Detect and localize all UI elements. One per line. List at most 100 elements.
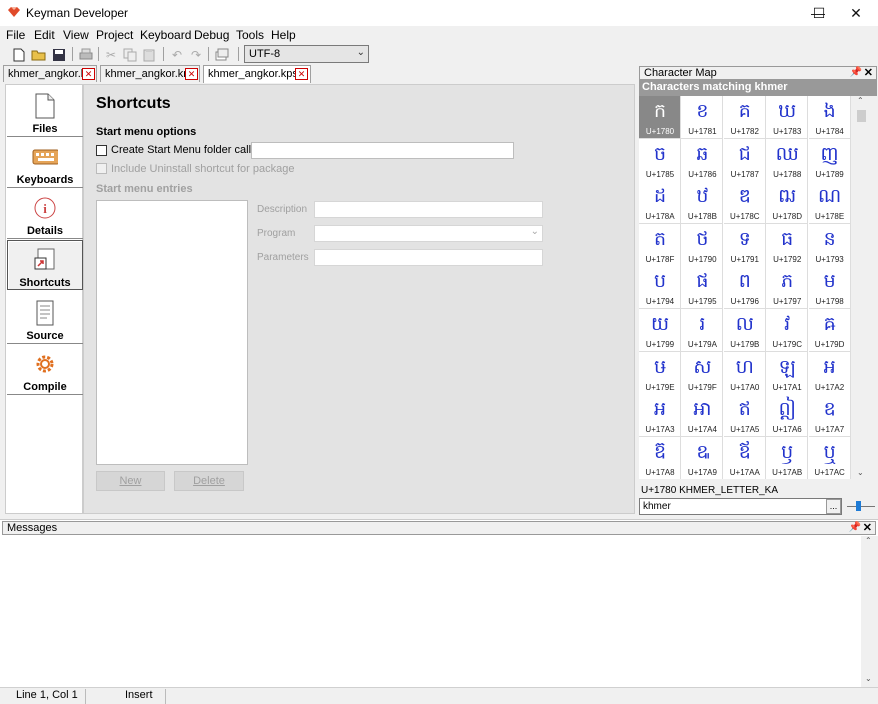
- messages-scrollbar[interactable]: ⌃ ⌄: [861, 536, 878, 687]
- window-icon[interactable]: [213, 46, 231, 63]
- char-cell[interactable]: រ U+179A: [681, 309, 724, 352]
- close-icon[interactable]: ✕: [295, 68, 308, 80]
- new-file-icon[interactable]: [10, 46, 28, 63]
- close-icon[interactable]: ✕: [863, 521, 872, 534]
- char-cell[interactable]: ផ U+1795: [681, 266, 724, 310]
- char-cell[interactable]: ង U+1784: [808, 96, 851, 139]
- font-size-slider[interactable]: [847, 499, 875, 513]
- tab-kps[interactable]: khmer_angkor.kps * ✕: [203, 65, 311, 83]
- char-grid[interactable]: ក U+1780 ខ U+1781 គ U+1782 ឃ U+1783 ង U+1784 ច U+17…: [639, 96, 851, 479]
- char-cell[interactable]: យ U+1799: [639, 309, 681, 352]
- uninstall-shortcut-checkbox[interactable]: [96, 163, 107, 174]
- char-cell[interactable]: ឌ U+178C: [723, 181, 766, 225]
- char-cell[interactable]: ឨ U+17A8: [639, 436, 681, 479]
- char-cell[interactable]: ឬ U+17AC: [808, 436, 851, 479]
- char-cell[interactable]: អ U+17A2: [808, 351, 851, 395]
- scroll-down-icon[interactable]: ⌄: [865, 674, 872, 683]
- char-cell[interactable]: ឪ U+17AA: [723, 436, 766, 479]
- char-cell[interactable]: វ U+179C: [766, 309, 809, 352]
- char-cell[interactable]: ហ U+17A0: [723, 351, 766, 395]
- undo-icon[interactable]: ↶: [168, 46, 186, 63]
- menu-project[interactable]: Project: [96, 28, 133, 42]
- tab-kpj[interactable]: khmer_angkor.kpj ✕: [3, 65, 97, 82]
- char-cell[interactable]: ឧ U+17A7: [808, 394, 851, 438]
- pin-icon[interactable]: 📌: [850, 67, 862, 78]
- delete-entry-button[interactable]: Delete: [174, 471, 244, 491]
- sidebar-item-keyboards[interactable]: Keyboards: [7, 138, 83, 188]
- menu-help[interactable]: Help: [271, 28, 296, 42]
- char-cell[interactable]: ភ U+1797: [766, 266, 809, 310]
- char-cell[interactable]: ល U+179B: [723, 309, 766, 352]
- open-folder-icon[interactable]: [30, 46, 48, 63]
- char-cell[interactable]: ឍ U+178D: [766, 181, 809, 225]
- char-cell[interactable]: ឝ U+179D: [808, 309, 851, 352]
- sidebar-item-compile[interactable]: Compile: [7, 345, 83, 395]
- program-select[interactable]: ⌄: [314, 225, 543, 242]
- sidebar-item-details[interactable]: i Details: [7, 189, 83, 239]
- char-search-input[interactable]: khmer: [639, 498, 842, 515]
- redo-icon[interactable]: ↷: [187, 46, 205, 63]
- sidebar-item-source[interactable]: Source: [7, 294, 83, 344]
- char-cell[interactable]: ឤ U+17A4: [681, 394, 724, 438]
- encoding-select[interactable]: UTF-8 ⌄: [244, 45, 369, 63]
- cut-icon[interactable]: ✂: [102, 46, 120, 63]
- close-icon[interactable]: ✕: [82, 68, 95, 80]
- menu-view[interactable]: View: [63, 28, 89, 42]
- char-cell[interactable]: ប U+1794: [639, 266, 681, 310]
- menu-tools[interactable]: Tools: [236, 28, 264, 42]
- char-cell[interactable]: ឣ U+17A3: [639, 394, 681, 438]
- char-cell[interactable]: ន U+1793: [808, 223, 851, 267]
- char-cell[interactable]: ឥ U+17A5: [723, 394, 766, 438]
- menu-debug[interactable]: Debug: [194, 28, 229, 42]
- char-cell[interactable]: ម U+1798: [808, 266, 851, 310]
- sidebar-item-files[interactable]: Files: [7, 87, 83, 137]
- char-cell[interactable]: ឈ U+1788: [766, 138, 809, 182]
- char-cell[interactable]: ឦ U+17A6: [766, 394, 809, 438]
- sidebar-item-shortcuts[interactable]: Shortcuts: [7, 240, 83, 290]
- menu-edit[interactable]: Edit: [34, 28, 55, 42]
- folder-name-input[interactable]: [251, 142, 514, 159]
- char-cell[interactable]: ទ U+1791: [723, 223, 766, 267]
- paste-icon[interactable]: [140, 46, 158, 63]
- tab-kmn[interactable]: khmer_angkor.kmn ✕: [100, 65, 200, 82]
- close-icon[interactable]: ✕: [864, 66, 873, 79]
- scroll-thumb[interactable]: [857, 110, 866, 122]
- char-cell[interactable]: ឡ U+17A1: [766, 351, 809, 395]
- char-cell[interactable]: ខ U+1781: [681, 96, 724, 139]
- char-cell[interactable]: ថ U+1790: [681, 223, 724, 267]
- pin-icon[interactable]: 📌: [849, 522, 861, 533]
- char-cell[interactable]: ណ U+178E: [808, 181, 851, 225]
- char-cell[interactable]: ត U+178F: [639, 223, 681, 267]
- print-icon[interactable]: [77, 46, 95, 63]
- char-cell[interactable]: ធ U+1792: [766, 223, 809, 267]
- parameters-input[interactable]: [314, 249, 543, 266]
- char-cell[interactable]: គ U+1782: [723, 96, 766, 139]
- close-icon[interactable]: ✕: [185, 68, 198, 80]
- scroll-up-icon[interactable]: ⌃: [865, 536, 872, 545]
- char-cell[interactable]: ច U+1785: [639, 138, 681, 182]
- char-cell[interactable]: ឆ U+1786: [681, 138, 724, 182]
- char-cell[interactable]: ឩ U+17A9: [681, 436, 724, 479]
- char-search-button[interactable]: ...: [826, 499, 841, 514]
- char-cell[interactable]: ជ U+1787: [723, 138, 766, 182]
- char-cell[interactable]: ព U+1796: [723, 266, 766, 310]
- close-window-button[interactable]: ✕: [834, 0, 878, 26]
- char-cell[interactable]: ដ U+178A: [639, 181, 681, 225]
- char-cell[interactable]: ឞ U+179E: [639, 351, 681, 395]
- new-entry-button[interactable]: New: [96, 471, 165, 491]
- create-folder-checkbox[interactable]: [96, 145, 107, 156]
- menu-file[interactable]: File: [6, 28, 25, 42]
- char-cell[interactable]: ឫ U+17AB: [766, 436, 809, 479]
- char-cell[interactable]: ស U+179F: [681, 351, 724, 395]
- save-icon[interactable]: [50, 46, 68, 63]
- char-cell[interactable]: ឋ U+178B: [681, 181, 724, 225]
- description-input[interactable]: [314, 201, 543, 218]
- menu-keyboard[interactable]: Keyboard: [140, 28, 191, 42]
- scroll-up-icon[interactable]: ⌃: [857, 96, 864, 105]
- start-menu-entries-list[interactable]: [96, 200, 248, 465]
- copy-icon[interactable]: [121, 46, 139, 63]
- char-cell[interactable]: ញ U+1789: [808, 138, 851, 182]
- char-cell[interactable]: ឃ U+1783: [766, 96, 809, 139]
- char-cell[interactable]: ក U+1780: [639, 96, 681, 139]
- scroll-down-icon[interactable]: ⌄: [857, 468, 864, 477]
